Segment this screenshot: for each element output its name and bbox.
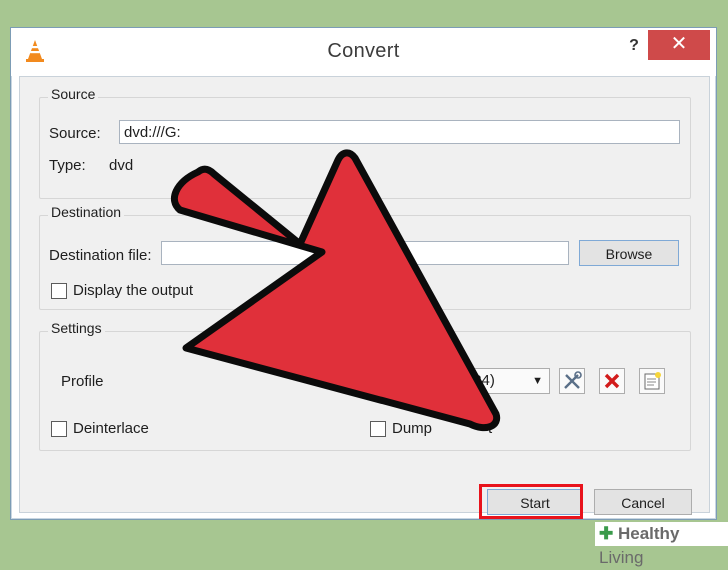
edit-profile-button[interactable] bbox=[559, 368, 585, 394]
help-button[interactable]: ? bbox=[617, 30, 651, 62]
watermark: ✚ Healthy Living bbox=[595, 522, 728, 567]
window-title: Convert bbox=[327, 40, 400, 62]
start-button-highlight bbox=[479, 484, 583, 519]
destination-file-input[interactable] bbox=[161, 241, 569, 265]
dump-raw-input-label-left: Dump bbox=[392, 420, 433, 437]
delete-profile-button[interactable] bbox=[599, 368, 625, 394]
chevron-down-icon: ▼ bbox=[532, 375, 543, 387]
deinterlace-checkbox[interactable] bbox=[51, 421, 67, 437]
source-input[interactable]: dvd:///G: bbox=[119, 120, 680, 144]
watermark-brand: Healthy bbox=[617, 524, 680, 543]
profile-select-value: MP4) bbox=[459, 372, 495, 389]
close-button[interactable]: ✕ bbox=[648, 30, 710, 60]
profile-label: Profile bbox=[61, 373, 104, 390]
convert-dialog: Convert ? ✕ Source Source: dvd:///G: Typ… bbox=[10, 27, 717, 520]
deinterlace-label: Deinterlace bbox=[73, 420, 149, 437]
watermark-cross-icon: ✚ bbox=[599, 524, 614, 543]
dump-raw-input-label-right: t bbox=[488, 420, 493, 437]
tools-icon bbox=[564, 371, 582, 389]
dump-raw-input-checkbox[interactable] bbox=[370, 421, 386, 437]
cancel-button[interactable]: Cancel bbox=[594, 489, 692, 515]
source-group: Source bbox=[39, 86, 691, 199]
settings-group-label: Settings bbox=[48, 320, 105, 336]
profile-select[interactable]: MP4) ▼ bbox=[452, 368, 550, 394]
destination-file-label: Destination file: bbox=[49, 247, 152, 264]
display-output-label: Display the output bbox=[73, 282, 194, 299]
watermark-brand-light: Living bbox=[599, 548, 644, 567]
type-label: Type: bbox=[49, 157, 86, 174]
destination-group-label: Destination bbox=[48, 204, 125, 220]
new-profile-icon bbox=[644, 372, 661, 390]
type-value: dvd bbox=[109, 157, 134, 174]
red-x-icon bbox=[604, 373, 620, 389]
dialog-content: Source Source: dvd:///G: Type: dvd Desti… bbox=[19, 76, 710, 519]
display-output-checkbox[interactable] bbox=[51, 283, 67, 299]
source-group-label: Source bbox=[48, 86, 99, 102]
source-label: Source: bbox=[49, 125, 101, 142]
browse-button[interactable]: Browse bbox=[579, 240, 679, 266]
new-profile-button[interactable] bbox=[639, 368, 665, 394]
title-bar[interactable]: Convert ? ✕ bbox=[11, 28, 716, 76]
